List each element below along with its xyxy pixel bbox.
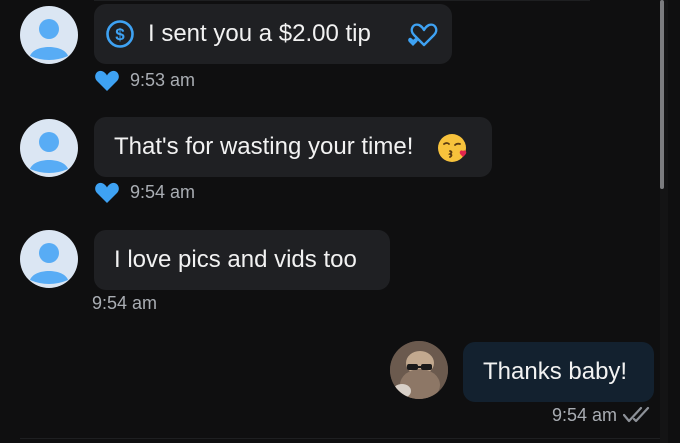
heart-icon[interactable] <box>94 69 120 93</box>
user-avatar-icon <box>30 243 68 284</box>
message-timestamp: 9:54 am <box>130 182 196 202</box>
profile-photo <box>390 341 448 399</box>
message-bubble-tip[interactable]: $ I sent you a $2.00 tip <box>94 4 452 64</box>
message-bubble[interactable]: I love pics and vids too <box>94 230 390 290</box>
sender-avatar[interactable] <box>20 6 78 64</box>
user-avatar-icon <box>30 19 68 60</box>
message-text: I love pics and vids too <box>114 246 357 273</box>
sender-avatar[interactable] <box>20 119 78 177</box>
kissing-face-emoji <box>438 134 467 162</box>
divider <box>20 438 660 439</box>
sender-avatar[interactable] <box>20 230 78 288</box>
svg-text:$: $ <box>115 25 125 44</box>
message-timestamp: 9:54 am <box>552 405 618 425</box>
message-text: I sent you a $2.00 tip <box>148 20 371 47</box>
message-text: That's for wasting your time! <box>114 133 414 160</box>
hearts-icon <box>408 23 438 47</box>
message-bubble[interactable]: That's for wasting your time! <box>94 117 492 177</box>
double-check-icon <box>623 406 650 423</box>
chat-thread: $ I sent you a $2.00 tip 9:53 am That's … <box>0 0 680 443</box>
heart-icon[interactable] <box>94 181 120 205</box>
message-text: Thanks baby! <box>483 358 628 385</box>
message-timestamp: 9:53 am <box>130 70 196 90</box>
divider <box>94 0 590 1</box>
user-avatar-icon <box>30 132 68 173</box>
scrollbar-thumb[interactable] <box>660 0 664 189</box>
message-bubble-sent[interactable]: Thanks baby! <box>463 342 654 402</box>
dollar-circle-icon: $ <box>106 20 134 48</box>
my-avatar[interactable] <box>390 341 448 399</box>
message-timestamp: 9:54 am <box>92 293 158 313</box>
